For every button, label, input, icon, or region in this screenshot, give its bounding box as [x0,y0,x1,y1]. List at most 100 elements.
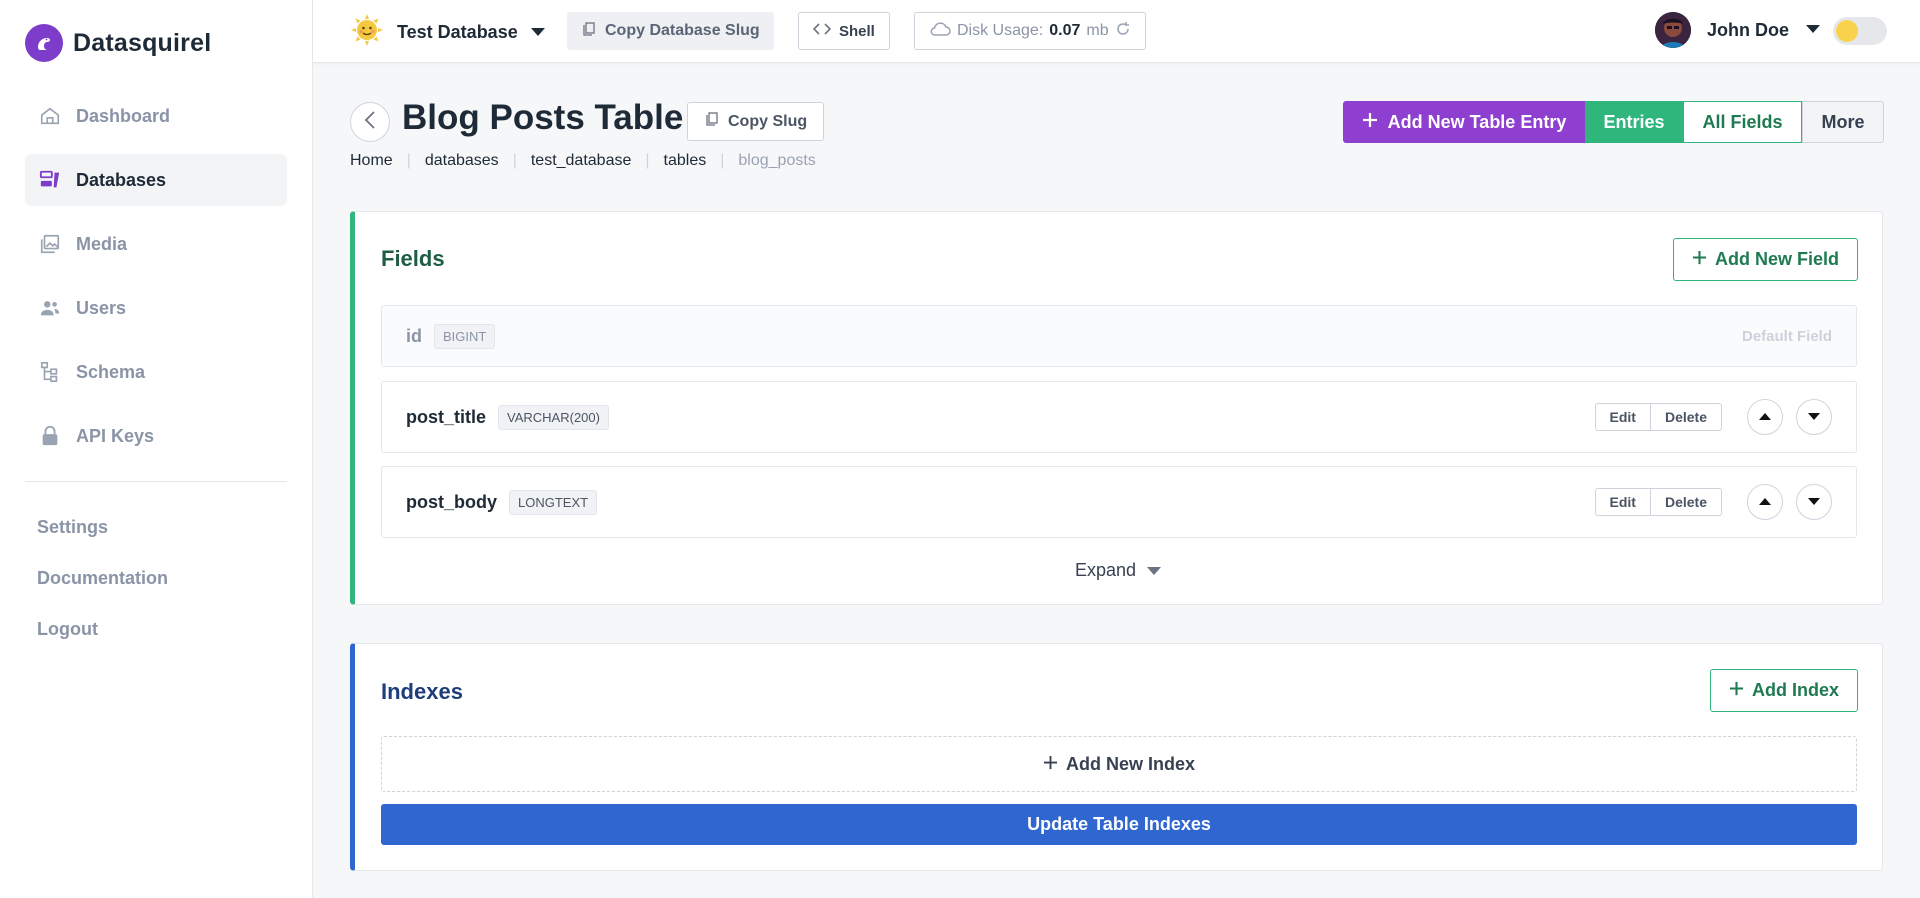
field-name: post_title [406,406,487,427]
sidebar-link-settings[interactable]: Settings [37,512,168,563]
field-row-actions: Edit Delete [1594,484,1832,520]
move-down-button[interactable] [1796,399,1832,435]
breadcrumb-separator: | [512,152,517,169]
field-type-badge: LONGTEXT [509,489,598,515]
theme-toggle[interactable] [1833,17,1887,45]
lock-icon [38,424,62,448]
sidebar-item-label: API Keys [76,425,155,446]
fields-title: Fields [381,246,445,271]
delete-field-button[interactable]: Delete [1650,403,1722,431]
breadcrumb-separator: | [406,152,411,169]
table-actions: Add New Table Entry Entries All Fields M… [1343,101,1884,143]
database-selector[interactable]: Test Database [349,12,546,53]
add-new-index-button[interactable]: Add New Index [381,736,1857,792]
breadcrumb-separator: | [645,152,650,169]
add-new-index-label: Add New Index [1065,753,1195,774]
squirrel-logo-icon [25,24,63,62]
shell-label: Shell [839,22,875,40]
expand-label: Expand [1074,560,1137,580]
copy-slug-label: Copy Slug [728,112,808,130]
database-icon [38,168,62,192]
sidebar-item-label: Users [76,297,127,318]
breadcrumb-separator: | [720,152,725,169]
disk-usage: Disk Usage: 0.07 mb [914,12,1146,50]
cloud-icon [929,21,951,42]
add-index-button[interactable]: Add Index [1709,669,1858,712]
sidebar-item-label: Media [76,233,128,254]
field-row-actions: Edit Delete [1594,399,1832,435]
add-new-field-label: Add New Field [1714,249,1839,269]
breadcrumb-item-home[interactable]: Home [350,152,393,170]
sidebar-nav: Dashboard Databases Media Users Schema A… [25,90,287,474]
sidebar-item-label: Schema [76,361,146,382]
sidebar-item-databases[interactable]: Databases [25,154,287,206]
sun-icon [1836,20,1858,42]
tab-entries[interactable]: Entries [1585,101,1683,143]
sun-avatar-icon [349,12,385,53]
topbar: Test Database Copy Database Slug Shell D… [313,0,1920,63]
disk-usage-label: Disk Usage: [957,22,1044,39]
plus-icon [1362,112,1378,133]
sidebar-link-logout[interactable]: Logout [37,614,168,665]
edit-field-button[interactable]: Edit [1594,403,1651,431]
copy-database-slug-button[interactable]: Copy Database Slug [567,12,774,50]
edit-field-button[interactable]: Edit [1594,488,1651,516]
chevron-left-icon [364,110,376,134]
sidebar-item-dashboard[interactable]: Dashboard [25,90,287,142]
default-field-label: Default Field [1741,327,1832,345]
expand-button[interactable]: Expand [355,542,1882,604]
sidebar-item-api-keys[interactable]: API Keys [25,410,287,462]
copy-slug-button[interactable]: Copy Slug [687,102,825,141]
sidebar-divider [25,481,287,482]
user-menu[interactable]: John Doe [1655,12,1821,48]
copy-icon [581,21,597,42]
field-row: post_body LONGTEXT Edit Delete [381,466,1857,538]
field-name: post_body [406,491,498,512]
shell-button[interactable]: Shell [798,12,890,50]
copy-database-slug-label: Copy Database Slug [605,22,760,39]
add-index-label: Add Index [1751,680,1839,700]
update-table-indexes-button[interactable]: Update Table Indexes [381,804,1857,845]
sidebar-item-schema[interactable]: Schema [25,346,287,398]
sidebar-link-documentation[interactable]: Documentation [37,563,168,614]
disk-usage-unit: mb [1086,22,1109,39]
caret-down-icon [1805,21,1821,39]
caret-down-icon [1807,408,1821,426]
caret-up-icon [1758,408,1772,426]
caret-up-icon [1758,493,1772,511]
brand-name: Datasquirel [73,28,212,57]
add-table-entry-label: Add New Table Entry [1387,111,1567,132]
breadcrumb-item-test-database[interactable]: test_database [531,152,632,170]
more-button[interactable]: More [1802,101,1884,143]
move-up-button[interactable] [1747,484,1783,520]
add-new-field-button[interactable]: Add New Field [1672,238,1858,281]
home-icon [38,104,62,128]
move-up-button[interactable] [1747,399,1783,435]
refresh-icon[interactable] [1115,21,1131,42]
sidebar-item-users[interactable]: Users [25,282,287,334]
users-icon [38,296,62,320]
back-button[interactable] [350,102,390,142]
field-type-badge: VARCHAR(200) [498,404,609,430]
sidebar-item-label: Databases [76,169,167,190]
breadcrumb-item-databases[interactable]: databases [425,152,499,170]
fields-card: Fields Add New Field id BIGINT Default F… [350,211,1883,605]
tab-all-fields[interactable]: All Fields [1683,101,1802,143]
breadcrumb-item-tables[interactable]: tables [664,152,707,170]
page-title: Blog Posts Table [402,98,684,137]
disk-usage-value: 0.07 [1049,22,1081,39]
brand[interactable]: Datasquirel [25,24,211,62]
database-name: Test Database [397,22,518,42]
sidebar-item-media[interactable]: Media [25,218,287,270]
move-down-button[interactable] [1796,484,1832,520]
sidebar: Datasquirel Dashboard Databases Media Us… [0,0,313,898]
caret-down-icon [1807,493,1821,511]
sidebar-secondary-nav: Settings Documentation Logout [37,512,168,665]
delete-field-button[interactable]: Delete [1650,488,1722,516]
field-name: id [406,325,422,346]
add-table-entry-button[interactable]: Add New Table Entry [1343,101,1585,143]
caret-down-icon [1146,560,1162,581]
image-icon [38,232,62,256]
edit-delete-group: Edit Delete [1594,488,1722,516]
edit-delete-group: Edit Delete [1594,403,1722,431]
